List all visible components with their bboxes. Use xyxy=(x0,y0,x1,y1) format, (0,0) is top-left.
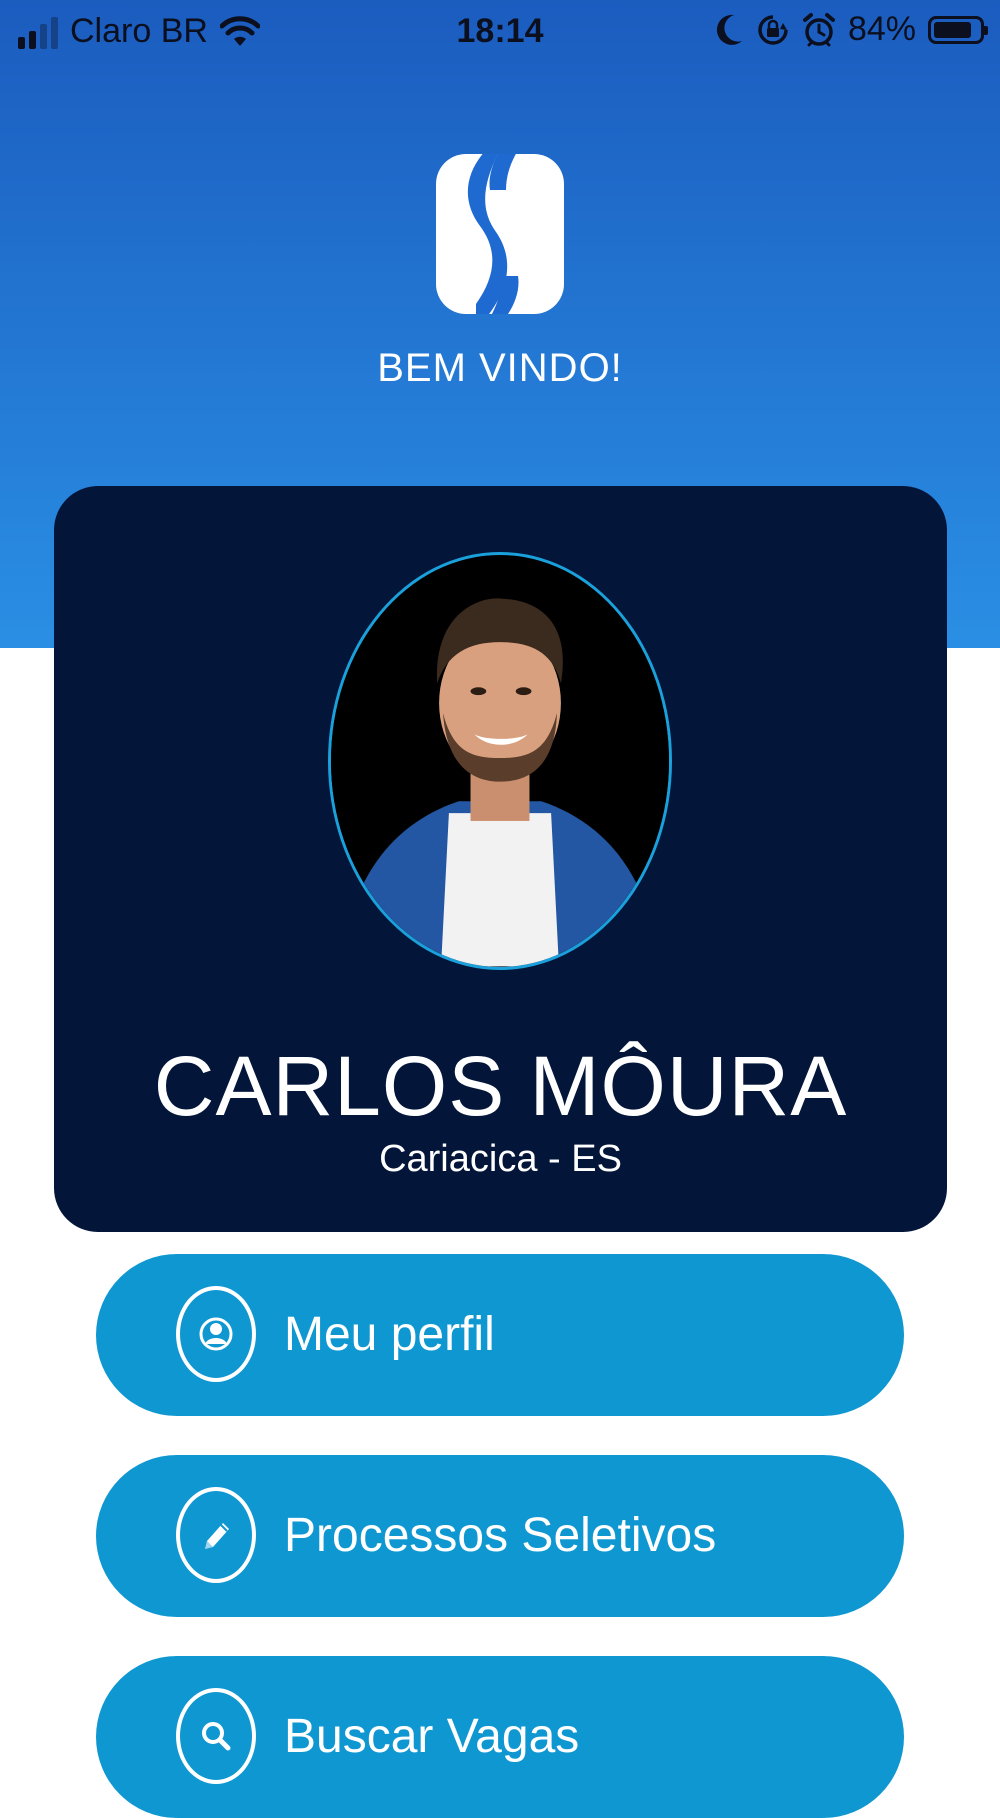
profile-card: CARLOS MÔURA Cariacica - ES xyxy=(54,486,947,1232)
search-jobs-button[interactable]: Buscar Vagas xyxy=(96,1656,904,1818)
battery-icon xyxy=(928,15,988,44)
app-logo-icon xyxy=(436,154,564,314)
my-profile-button[interactable]: Meu perfil xyxy=(96,1254,904,1416)
status-bar: Claro BR 18:14 84% xyxy=(0,0,1000,66)
search-icon xyxy=(176,1688,256,1784)
avatar-photo xyxy=(331,555,669,967)
my-profile-label: Meu perfil xyxy=(284,1308,495,1361)
battery-level xyxy=(934,21,971,38)
pencil-icon xyxy=(176,1487,256,1583)
welcome-text: BEM VINDO! xyxy=(377,346,623,390)
orientation-lock-icon xyxy=(758,14,788,45)
profile-name: CARLOS MÔURA xyxy=(153,1039,848,1133)
search-jobs-label: Buscar Vagas xyxy=(284,1710,580,1763)
profile-location: Cariacica - ES xyxy=(379,1138,622,1180)
battery-percent: 84% xyxy=(847,10,916,48)
user-icon xyxy=(176,1286,256,1382)
status-right: 84% xyxy=(716,10,988,49)
selection-processes-button[interactable]: Processos Seletivos xyxy=(96,1455,904,1617)
selection-processes-label: Processos Seletivos xyxy=(284,1509,717,1562)
avatar xyxy=(328,552,672,970)
alarm-icon xyxy=(802,12,835,46)
moon-icon xyxy=(716,14,742,45)
